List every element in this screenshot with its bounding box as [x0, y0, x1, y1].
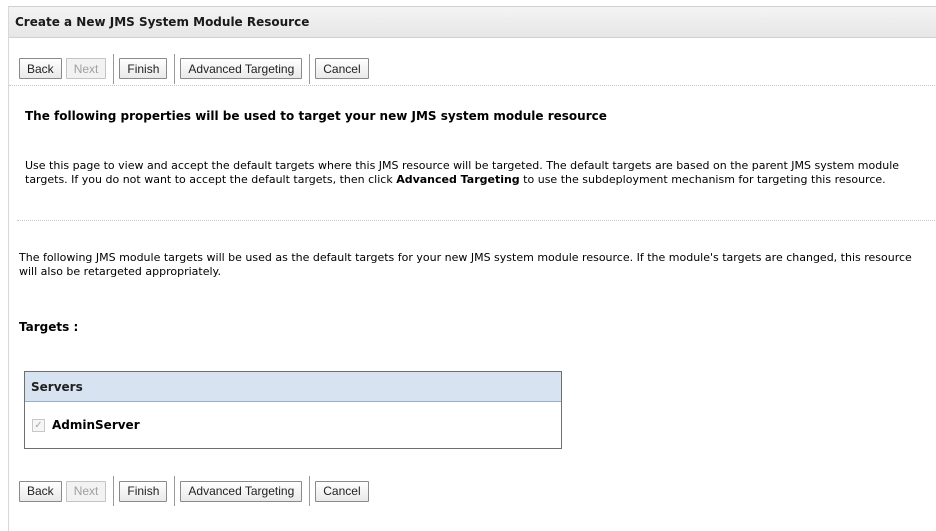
- toolbar-separator: [113, 476, 115, 506]
- advanced-targeting-button[interactable]: Advanced Targeting: [180, 58, 303, 79]
- cancel-button[interactable]: Cancel: [315, 480, 369, 502]
- info-text: The following JMS module targets will be…: [19, 251, 912, 278]
- back-button[interactable]: Back: [19, 58, 62, 79]
- server-name: AdminServer: [52, 418, 140, 432]
- server-row: ✓ AdminServer: [25, 402, 561, 448]
- page-container: Create a New JMS System Module Resource …: [8, 6, 936, 531]
- next-button[interactable]: Next: [65, 58, 107, 79]
- back-button[interactable]: Back: [19, 480, 62, 502]
- top-toolbar: Back Next Finish Advanced Targeting Canc…: [9, 52, 936, 86]
- servers-header: Servers: [25, 372, 561, 402]
- section-title: The following properties will be used to…: [25, 109, 607, 123]
- advanced-targeting-button[interactable]: Advanced Targeting: [180, 480, 303, 502]
- toolbar-separator: [174, 53, 176, 84]
- targets-label: Targets :: [19, 320, 79, 334]
- page-title: Create a New JMS System Module Resource: [15, 15, 310, 29]
- toolbar-separator: [113, 53, 115, 84]
- toolbar-separator: [309, 53, 311, 84]
- section-description: Use this page to view and accept the def…: [25, 159, 905, 187]
- divider: [17, 220, 936, 221]
- finish-button[interactable]: Finish: [119, 480, 168, 502]
- cancel-button[interactable]: Cancel: [315, 58, 369, 79]
- bottom-toolbar: Back Next Finish Advanced Targeting Canc…: [9, 474, 936, 508]
- servers-table: Servers ✓ AdminServer: [24, 371, 562, 449]
- finish-button[interactable]: Finish: [119, 58, 168, 79]
- page-header: Create a New JMS System Module Resource: [9, 6, 936, 38]
- next-button[interactable]: Next: [65, 480, 107, 502]
- toolbar-separator: [174, 476, 176, 506]
- description-text-end: to use the subdeployment mechanism for t…: [519, 173, 886, 186]
- admin-server-checkbox[interactable]: ✓: [32, 418, 45, 432]
- description-bold-text: Advanced Targeting: [396, 173, 520, 186]
- toolbar-separator: [309, 476, 311, 506]
